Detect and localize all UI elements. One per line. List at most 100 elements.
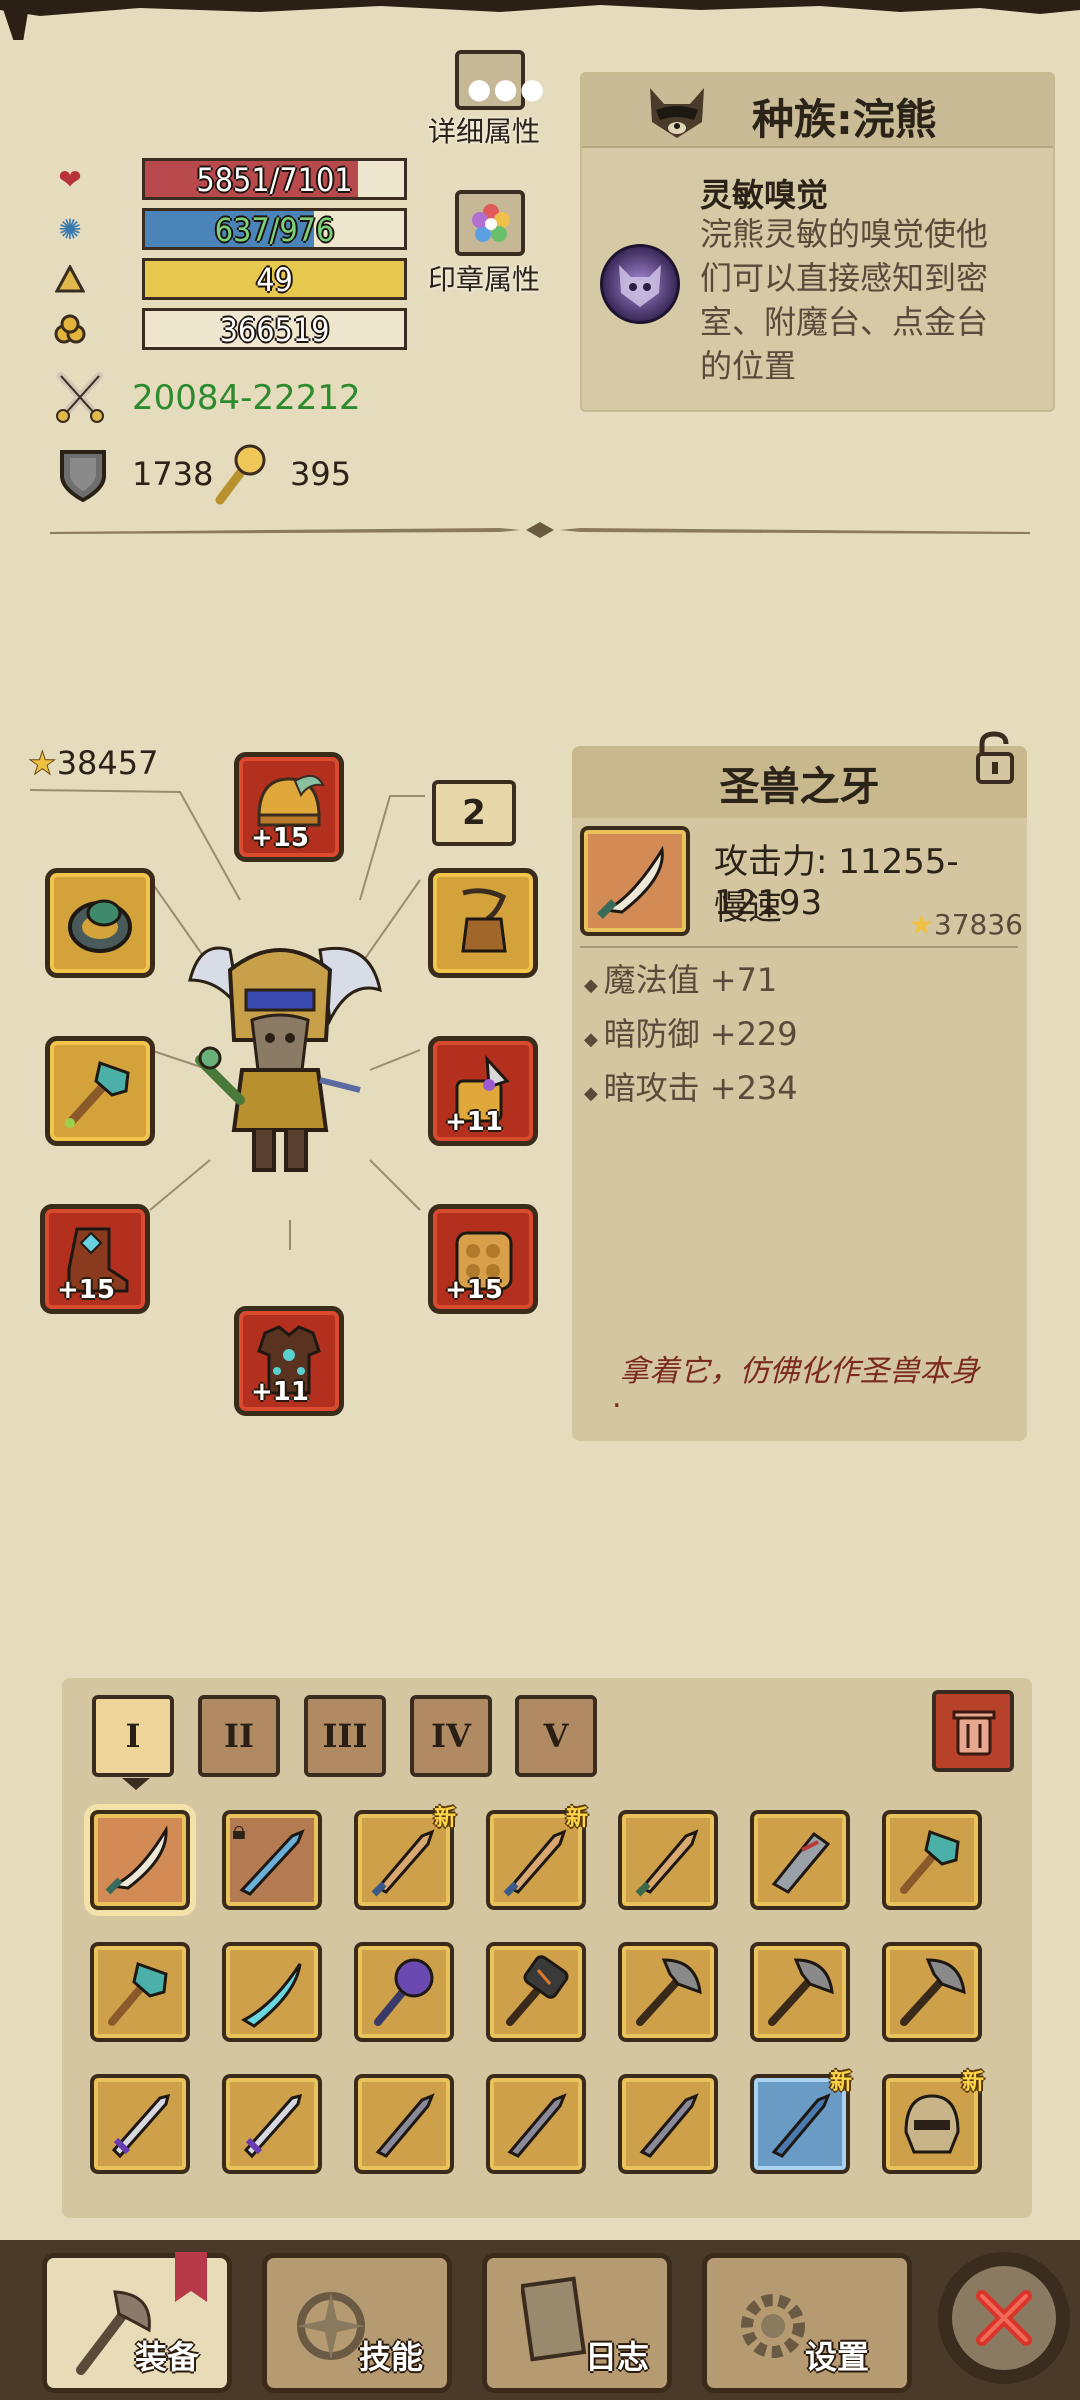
serrated-blade-icon xyxy=(507,2093,567,2158)
nav-log-button[interactable]: 日志 xyxy=(482,2253,672,2393)
inventory-item-ice-blade[interactable]: 新 xyxy=(750,2070,852,2174)
raccoon-icon xyxy=(642,82,712,142)
gear-score-value: 38457 xyxy=(56,744,159,782)
scimitar-icon xyxy=(240,1963,302,2028)
inventory-item-blade-1[interactable] xyxy=(354,2074,454,2174)
inventory-item-scimitar[interactable] xyxy=(222,1942,322,2042)
axe-icon xyxy=(636,1958,702,2026)
hp-text: 5851/7101 xyxy=(196,161,353,199)
new-badge: 新 xyxy=(961,2070,984,2095)
star-icon: ★ xyxy=(28,744,58,783)
dagger-icon xyxy=(503,1829,567,1897)
level-bar: 49 xyxy=(142,258,407,300)
discard-button[interactable] xyxy=(932,1690,1014,1772)
axe-icon xyxy=(768,1958,834,2026)
sword-icon xyxy=(111,2093,171,2159)
inventory-item-dagger-2[interactable]: 新 xyxy=(486,1806,588,1910)
inventory-item-mace-2[interactable] xyxy=(90,1942,190,2042)
raccoon-hero-character xyxy=(188,946,382,1172)
nav-equip-label: 装备 xyxy=(135,2338,200,2376)
inventory-item-fang[interactable] xyxy=(90,1810,190,1910)
inventory-item-blade-3[interactable] xyxy=(618,2074,718,2174)
inventory-item-cleaver[interactable] xyxy=(750,1810,850,1910)
ring-slot[interactable] xyxy=(45,868,155,978)
weapon-slot[interactable] xyxy=(45,1036,155,1146)
glove-slot[interactable]: +15 xyxy=(428,1204,538,1314)
race-title: 种族:浣熊 xyxy=(752,95,937,144)
details-label: 详细属性 xyxy=(428,115,541,148)
top-ink-border xyxy=(0,0,1080,40)
item-attr: ◆ 暗防御 +229 xyxy=(584,1015,798,1053)
item-attr-text: 暗攻击 +234 xyxy=(603,1069,798,1107)
active-tab-pointer xyxy=(122,1778,150,1790)
inventory-item-blade-2[interactable] xyxy=(486,2074,586,2174)
gold-coins-icon xyxy=(50,309,90,349)
item-speed: 慢速 xyxy=(714,888,782,928)
hp-bar: 5851/7101 xyxy=(142,158,407,200)
mace-icon xyxy=(65,1061,130,1128)
ring-count-box[interactable]: 2 xyxy=(432,780,516,846)
inventory-tab-1[interactable]: I xyxy=(92,1695,174,1777)
new-badge: 新 xyxy=(829,2070,852,2095)
inventory-item-axe-1[interactable] xyxy=(618,1942,718,2042)
inventory-item-helmet[interactable]: 新 xyxy=(882,2070,984,2174)
magic-value: 395 xyxy=(290,455,352,493)
inventory-item-sword-1[interactable] xyxy=(90,2074,190,2174)
nav-settings-button[interactable]: 设置 xyxy=(702,2253,912,2393)
helmet-slot[interactable]: +15 xyxy=(234,752,344,862)
nav-equip-button[interactable]: 装备 xyxy=(42,2252,232,2393)
seal-button[interactable] xyxy=(455,190,525,256)
magic-staff-icon xyxy=(210,442,270,506)
item-star-icon: ★ xyxy=(908,908,934,941)
item-divider xyxy=(580,946,1018,948)
spiked-mace-icon xyxy=(374,1958,434,2026)
amulet-icon xyxy=(461,888,507,953)
inventory-item-locked-sword[interactable]: 🔒︎ xyxy=(222,1810,322,1910)
trash-icon xyxy=(952,1710,996,1756)
dagger-icon xyxy=(371,1829,435,1897)
raccoon-skill-icon xyxy=(600,244,680,324)
fang-sword-icon xyxy=(597,845,664,919)
details-button[interactable]: ●●● xyxy=(455,50,544,110)
unlock-icon[interactable] xyxy=(972,730,1018,786)
armor-slot[interactable]: +11 xyxy=(234,1306,344,1416)
inventory-tab-3[interactable]: III xyxy=(304,1695,386,1777)
inventory-tab-4[interactable]: IV xyxy=(410,1695,492,1777)
boot-slot[interactable]: +15 xyxy=(40,1204,150,1314)
defense-value: 1738 xyxy=(132,455,214,493)
close-button[interactable] xyxy=(938,2252,1070,2384)
gold-text: 366519 xyxy=(219,311,330,349)
mace-icon xyxy=(108,1962,168,2026)
attack-range: 20084-22212 xyxy=(132,378,361,418)
inventory-item-purple-mace[interactable] xyxy=(354,1942,454,2042)
helmet-level: +15 xyxy=(251,823,309,853)
inventory-item-axe-3[interactable] xyxy=(882,1942,982,2042)
shield-icon xyxy=(58,446,108,503)
serrated-blade-icon xyxy=(639,2093,699,2158)
item-flavor-end: . xyxy=(612,1380,622,1415)
item-score: ★37836 xyxy=(909,908,1023,941)
offhand-level: +11 xyxy=(445,1107,503,1137)
hammer-icon xyxy=(506,1955,569,2026)
gear-score: ★38457 xyxy=(28,744,159,783)
new-badge: 新 xyxy=(565,1806,588,1831)
offhand-slot[interactable]: +11 xyxy=(428,1036,538,1146)
nav-skills-button[interactable]: 技能 xyxy=(262,2253,452,2393)
seal-flower-icon xyxy=(472,204,510,242)
inventory-tab-2[interactable]: II xyxy=(198,1695,280,1777)
inventory-item-lava-hammer[interactable] xyxy=(486,1942,586,2042)
inventory-item-dagger-1[interactable]: 新 xyxy=(354,1806,456,1910)
race-panel: 种族:浣熊 灵敏嗅觉 浣熊灵敏的嗅觉使他们可以直接感知到密室、附魔台、点金台的位… xyxy=(580,72,1055,412)
inventory-tab-5[interactable]: V xyxy=(515,1695,597,1777)
item-attr-text: 暗防御 +229 xyxy=(603,1015,798,1053)
inventory-item-axe-2[interactable] xyxy=(750,1942,850,2042)
ellipsis-icon: ●●● xyxy=(467,72,547,105)
journal-icon xyxy=(521,2276,587,2362)
amulet-slot[interactable] xyxy=(428,868,538,978)
mp-text: 637/976 xyxy=(214,211,335,249)
crossed-swords-icon xyxy=(55,370,105,425)
inventory-item-sword-2[interactable] xyxy=(222,2074,322,2174)
lock-icon: 🔒︎ xyxy=(232,1816,246,1846)
inventory-item-mace-1[interactable] xyxy=(882,1810,982,1910)
inventory-item-dagger-3[interactable] xyxy=(618,1810,718,1910)
